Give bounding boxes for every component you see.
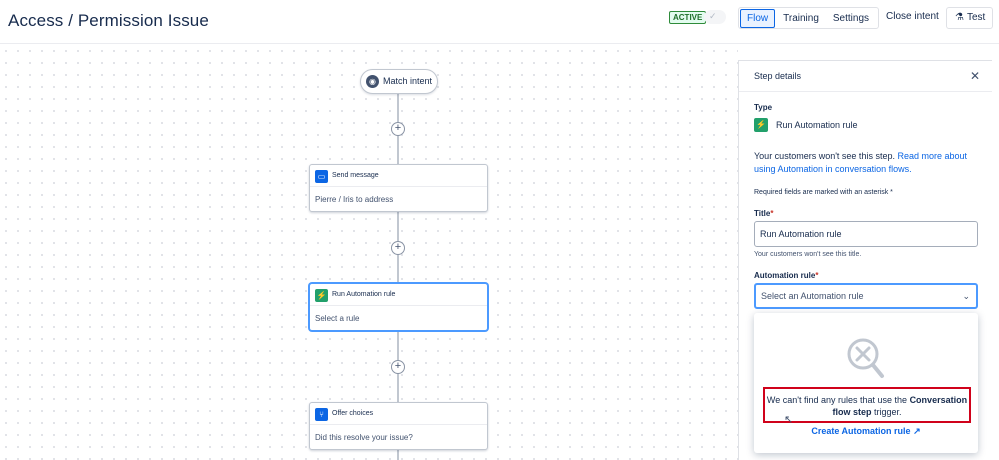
external-link-icon: ↗ [913,426,921,436]
empty-state-message: We can't find any rules that use the Con… [763,387,971,423]
node-body: Select a rule [315,314,360,323]
node-title: Run Automation rule [332,291,396,298]
tab-settings[interactable]: Settings [827,10,875,27]
test-button[interactable]: ⚗ Test [946,7,994,29]
node-title: Offer choices [332,410,374,417]
flow-node-send-message[interactable]: ▭ Send message Pierre / Iris to address [309,164,488,212]
flow-canvas[interactable]: ◉ Match intent + ▭ Send message Pierre /… [0,45,738,460]
branch-icon: ⑂ [315,408,328,421]
add-step-button[interactable]: + [391,241,405,255]
chevron-down-icon: ⌄ [962,291,970,301]
automation-icon: ⚡ [315,289,328,302]
step-details-panel: Step details ✕ Type ⚡ Run Automation rul… [738,60,992,460]
tab-training[interactable]: Training [777,10,825,27]
select-placeholder: Select an Automation rule [761,291,864,301]
type-name: Run Automation rule [776,120,858,130]
close-intent-button[interactable]: Close intent [878,7,947,29]
page-title: Access / Permission Issue [8,11,209,30]
required-note: Required fields are marked with an aster… [754,189,893,196]
panel-title: Step details [754,71,802,81]
node-body: Pierre / Iris to address [315,195,394,204]
mouse-cursor-icon: ↖ [784,414,794,426]
type-label: Type [754,103,773,112]
flow-node-offer-choices[interactable]: ⑂ Offer choices Did this resolve your is… [309,402,488,450]
rule-dropdown-menu: We can't find any rules that use the Con… [754,313,978,453]
step-description: Your customers won't see this step. Read… [754,150,974,176]
match-intent-node[interactable]: ◉ Match intent [360,69,438,94]
view-tabs: Flow Training Settings [738,7,880,29]
rule-label-text: Automation rule [754,271,816,280]
node-title: Send message [332,172,379,179]
no-results-magnifier-icon [847,338,884,378]
status-badge: ACTIVE [669,11,707,24]
title-input[interactable]: Run Automation rule [754,221,978,247]
title-field-label: Title* [754,209,774,218]
create-automation-rule-link[interactable]: Create Automation rule ↗ [754,426,978,437]
title-helper-text: Your customers won't see this title. [754,251,862,258]
message-icon: ▭ [315,170,328,183]
test-button-label: Test [967,12,986,23]
automation-rule-label: Automation rule* [754,271,819,280]
add-step-button[interactable]: + [391,360,405,374]
node-body: Did this resolve your issue? [315,433,413,442]
automation-rule-select[interactable]: Select an Automation rule ⌄ [754,283,978,309]
lightbulb-icon: ◉ [366,75,379,88]
flask-icon: ⚗ [955,12,964,23]
empty-msg-text: We can't find any rules that use the [766,395,910,405]
header-bar: Access / Permission Issue ACTIVE ✓ Flow … [0,0,999,44]
close-icon[interactable]: ✕ [970,69,980,83]
create-link-label: Create Automation rule [811,426,911,436]
tab-flow[interactable]: Flow [740,8,776,28]
title-label-text: Title [754,209,771,218]
description-text: Your customers won't see this step. [754,151,898,161]
active-toggle[interactable]: ✓ [704,10,726,24]
empty-msg-text-end: trigger. [871,407,902,417]
check-icon: ✓ [709,11,717,21]
add-step-button[interactable]: + [391,122,405,136]
automation-icon: ⚡ [754,118,768,132]
flow-node-run-automation[interactable]: ⚡ Run Automation rule Select a rule [309,283,488,331]
match-intent-label: Match intent [383,76,433,86]
